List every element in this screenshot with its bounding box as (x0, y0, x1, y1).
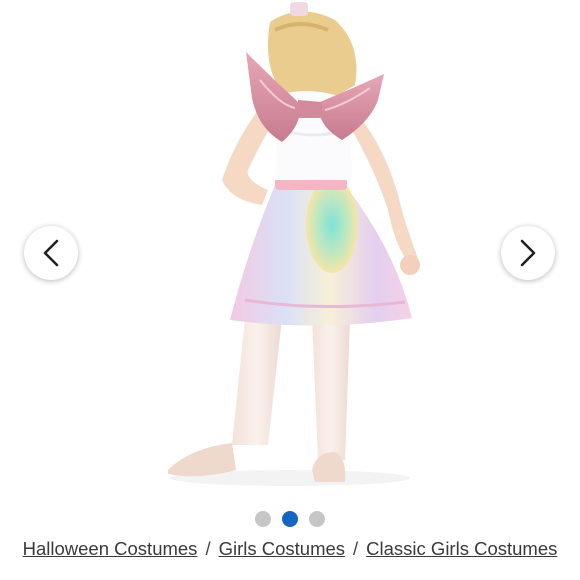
image-pagination-dots (0, 511, 580, 527)
breadcrumb-link-girls-costumes[interactable]: Girls Costumes (219, 538, 345, 560)
breadcrumb-link-halloween-costumes[interactable]: Halloween Costumes (23, 538, 198, 560)
next-image-button[interactable] (501, 226, 555, 280)
chevron-right-icon (520, 239, 536, 267)
pagination-dot-3[interactable] (309, 511, 325, 527)
breadcrumb: Halloween Costumes / Girls Costumes / Cl… (0, 538, 580, 560)
breadcrumb-separator: / (353, 538, 359, 559)
product-image-gallery (0, 0, 580, 505)
chevron-left-icon (43, 239, 59, 267)
breadcrumb-separator: / (205, 538, 211, 559)
product-image (168, 2, 420, 486)
previous-image-button[interactable] (24, 226, 78, 280)
breadcrumb-link-classic-girls-costumes[interactable]: Classic Girls Costumes (366, 538, 557, 560)
pagination-dot-1[interactable] (255, 511, 271, 527)
pagination-dot-2-active[interactable] (282, 511, 298, 527)
